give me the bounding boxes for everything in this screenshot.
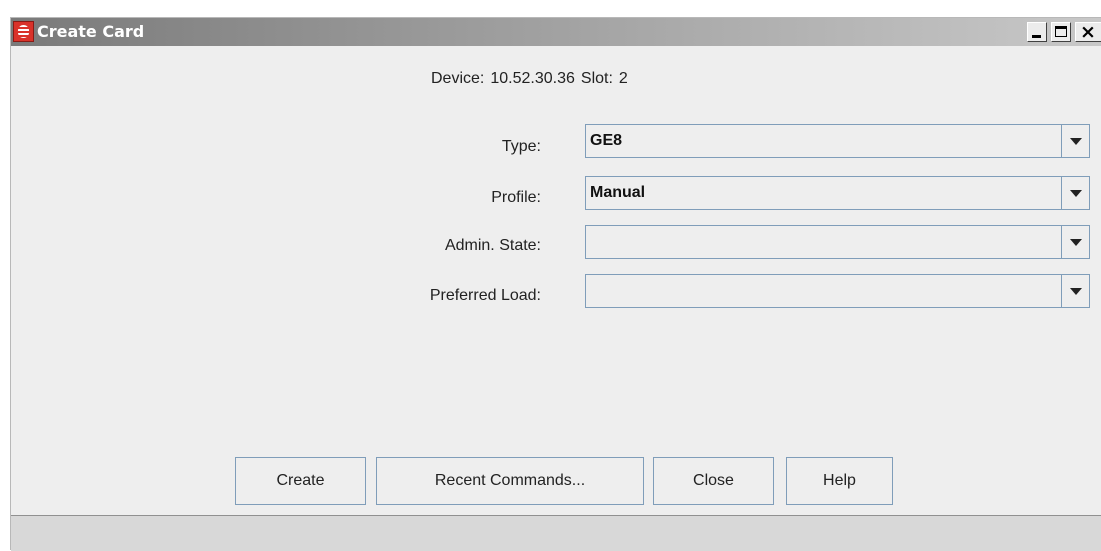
slot-value: 2 bbox=[618, 70, 628, 87]
type-combobox[interactable]: GE8 bbox=[585, 124, 1090, 158]
admin-state-label: Admin. State: bbox=[444, 237, 541, 254]
slot-label: Slot: bbox=[580, 70, 613, 87]
minimize-icon bbox=[1032, 35, 1041, 38]
preferred-load-dropdown-arrow-icon[interactable] bbox=[1061, 275, 1089, 307]
profile-dropdown-arrow-icon[interactable] bbox=[1061, 177, 1089, 209]
device-value: 10.52.30.36 bbox=[490, 70, 575, 87]
type-label: Type: bbox=[501, 138, 541, 155]
maximize-button[interactable] bbox=[1051, 22, 1071, 42]
status-bar bbox=[11, 515, 1101, 551]
device-slot-info: Device: 10.52.30.36 Slot: 2 bbox=[431, 70, 634, 88]
close-button[interactable]: Close bbox=[653, 457, 774, 505]
profile-combobox[interactable]: Manual bbox=[585, 176, 1090, 210]
minimize-button[interactable] bbox=[1027, 22, 1047, 42]
device-label: Device: bbox=[431, 70, 485, 87]
close-icon: × bbox=[1080, 21, 1096, 43]
create-button[interactable]: Create bbox=[235, 457, 366, 505]
preferred-load-label: Preferred Load: bbox=[429, 287, 541, 304]
app-logo-icon[interactable] bbox=[13, 21, 34, 42]
create-card-window: Create Card × Device: 10.52.30.36 Slot: 2 T… bbox=[10, 17, 1101, 551]
type-dropdown-arrow-icon[interactable] bbox=[1061, 125, 1089, 157]
type-value: GE8 bbox=[590, 132, 623, 149]
profile-value: Manual bbox=[590, 184, 646, 201]
profile-label: Profile: bbox=[491, 189, 541, 206]
help-button[interactable]: Help bbox=[786, 457, 893, 505]
maximize-icon bbox=[1055, 26, 1067, 37]
admin-state-combobox[interactable] bbox=[585, 225, 1090, 259]
close-window-button[interactable]: × bbox=[1075, 21, 1101, 43]
admin-state-dropdown-arrow-icon[interactable] bbox=[1061, 226, 1089, 258]
recent-commands-button[interactable]: Recent Commands... bbox=[376, 457, 644, 505]
title-bar[interactable]: Create Card × bbox=[11, 18, 1101, 46]
window-title: Create Card bbox=[37, 22, 145, 41]
preferred-load-combobox[interactable] bbox=[585, 274, 1090, 308]
